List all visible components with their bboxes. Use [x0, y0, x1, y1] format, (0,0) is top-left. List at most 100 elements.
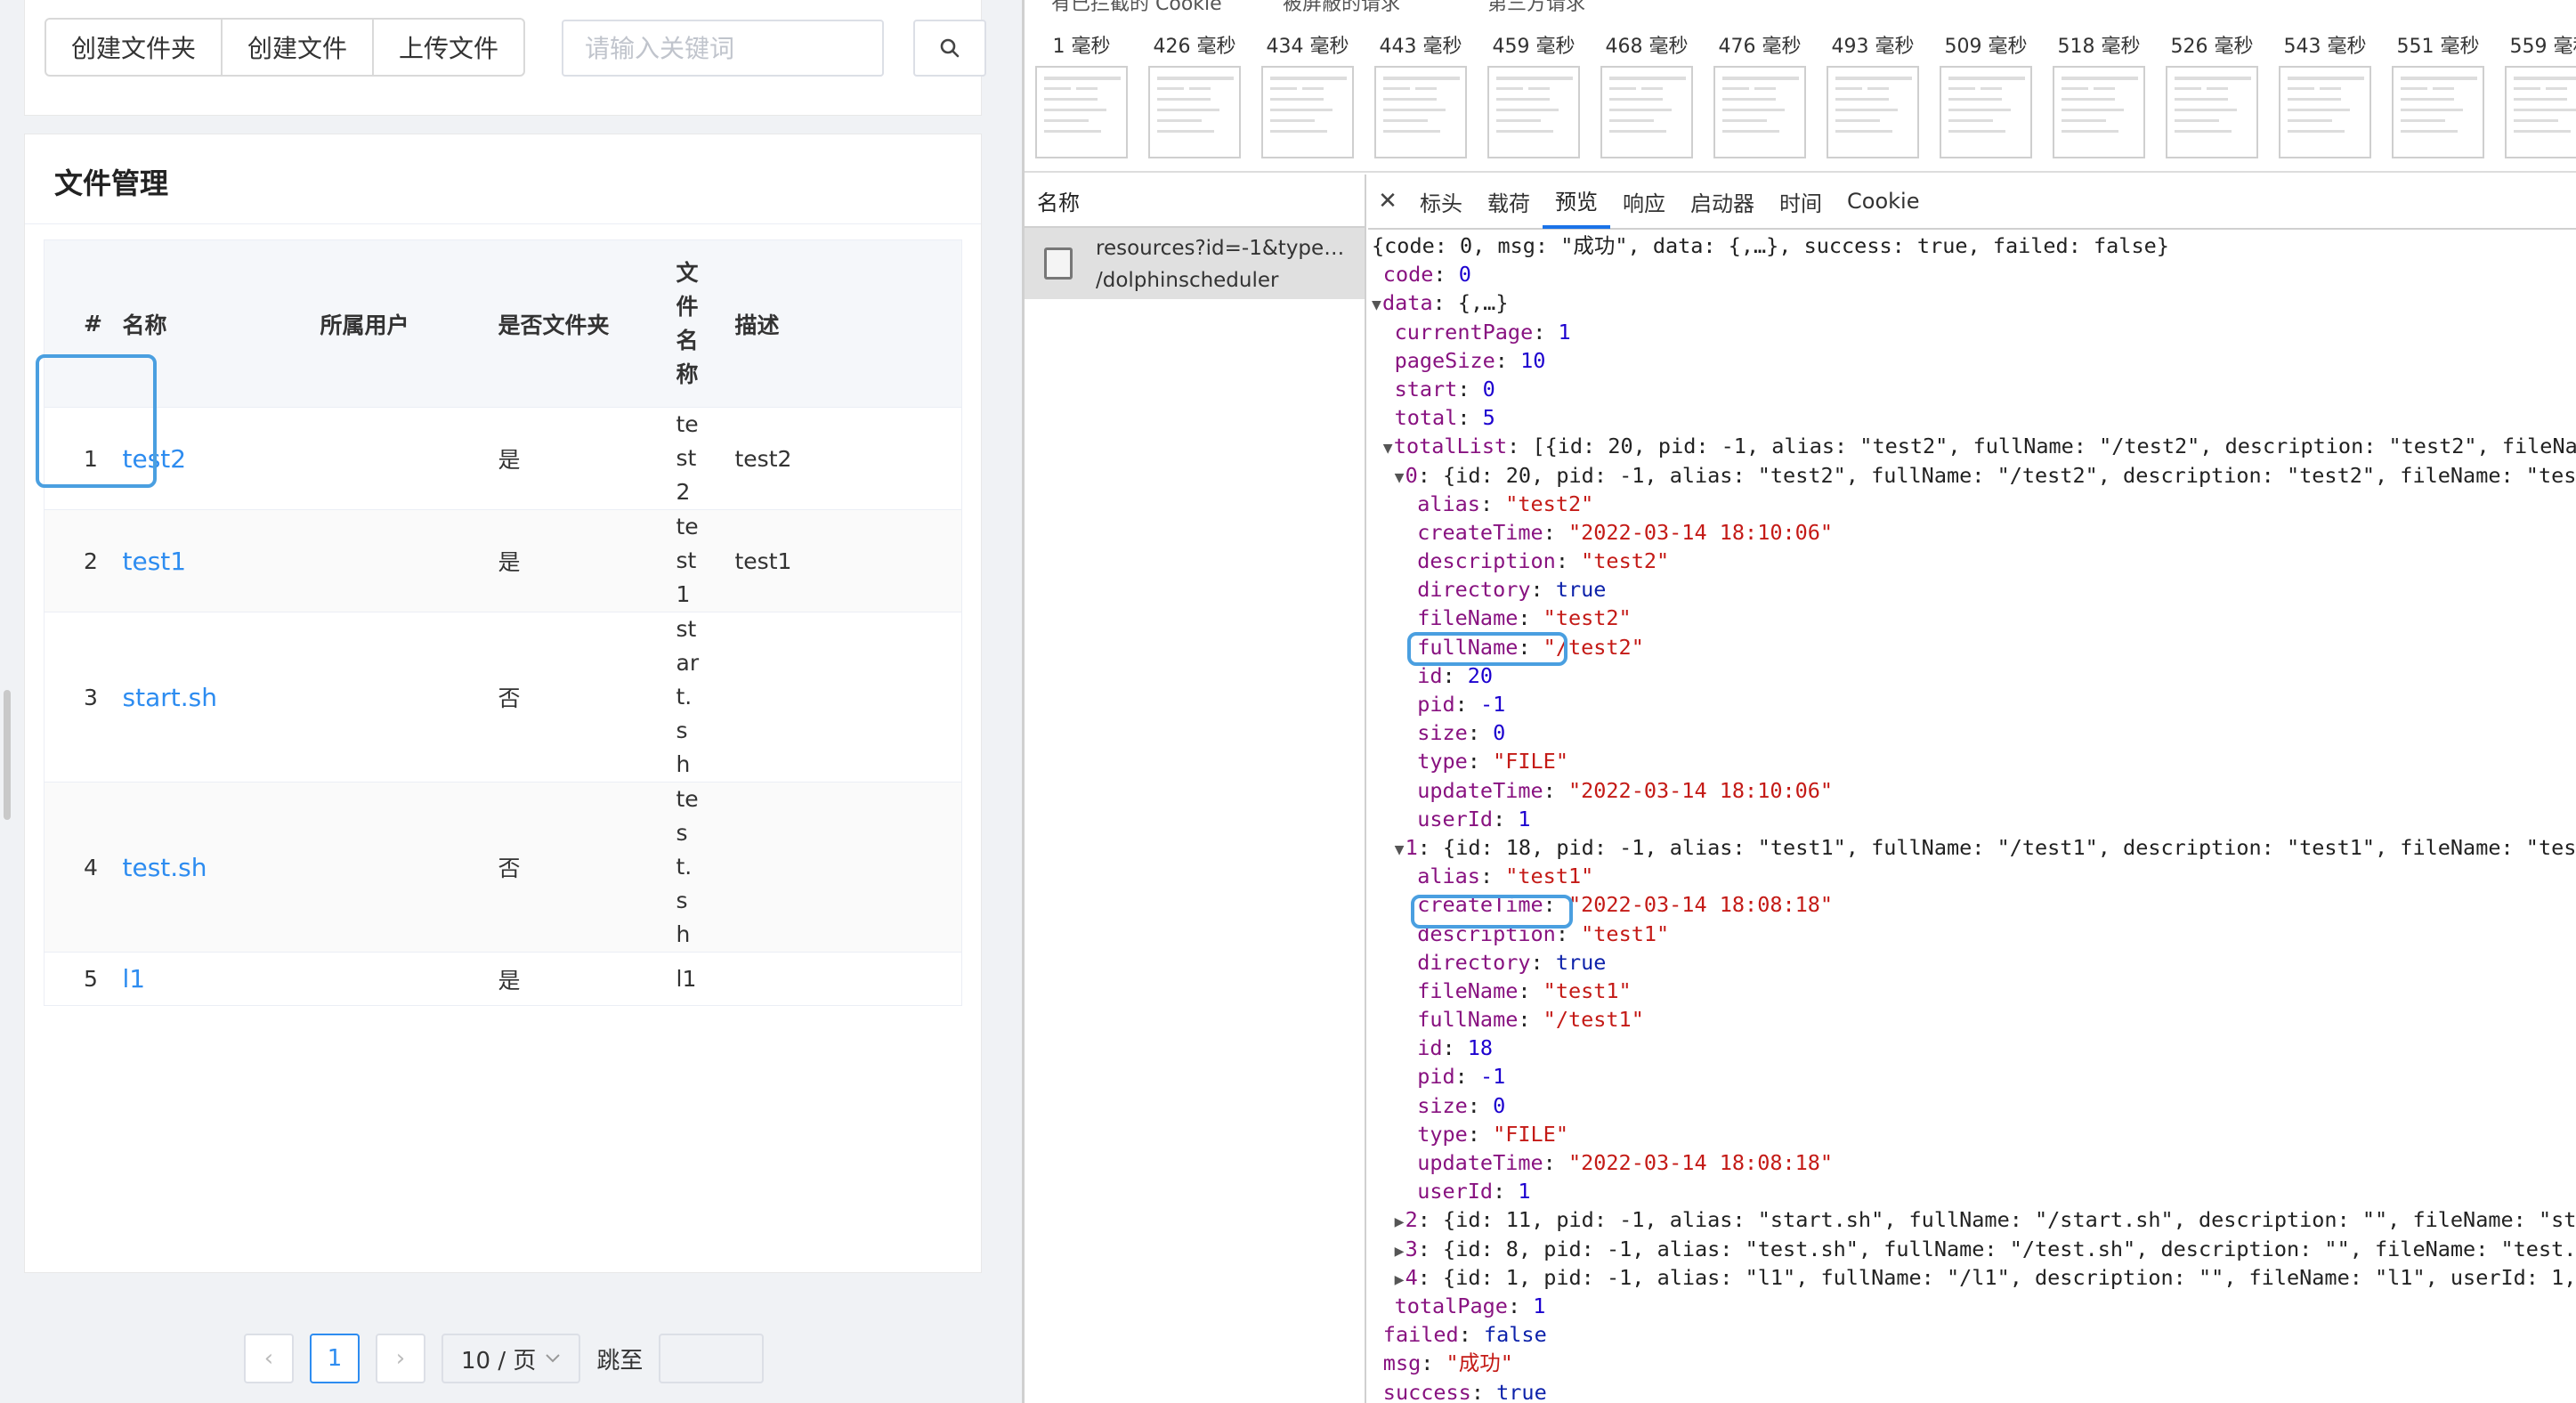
devtools-network-panel: 有已拦截的 Cookie 被屏蔽的请求 第三方请求 1 毫秒 426 毫秒 434 …	[1022, 0, 2576, 1403]
row-file-name: test.sh	[676, 786, 699, 947]
json-key: code	[1382, 262, 1434, 288]
detail-tab[interactable]: 时间	[1767, 174, 1835, 229]
json-line: alias: "test1"	[1417, 864, 1594, 889]
expanded-triangle-icon[interactable]: ▼	[1372, 291, 1382, 320]
filmstrip-frame[interactable]: 1 毫秒	[1026, 12, 1137, 158]
json-line: userId: 1	[1417, 1179, 1531, 1204]
json-line[interactable]: ▼totalList: [{id: 20, pid: -1, alias: "t…	[1368, 432, 2576, 460]
prev-page-button[interactable]: ‹	[244, 1334, 294, 1383]
filmstrip-frame[interactable]: 543 毫秒	[2270, 12, 2380, 158]
file-name-link[interactable]: test.sh	[123, 853, 207, 882]
frame-thumbnail	[2505, 66, 2576, 158]
frame-time-label: 559 毫秒	[2509, 36, 2576, 58]
json-line[interactable]: ▶4: {id: 1, pid: -1, alias: "l1", fullNa…	[1368, 1263, 2576, 1292]
filmstrip-frame[interactable]: 551 毫秒	[2383, 12, 2493, 158]
filmstrip-frame[interactable]: 509 毫秒	[1931, 12, 2041, 158]
filmstrip-frame[interactable]: 468 毫秒	[1592, 12, 1702, 158]
file-name-link[interactable]: start.sh	[123, 683, 217, 712]
page-size-select[interactable]: 10 / 页	[441, 1334, 581, 1383]
create-file-button[interactable]: 创建文件	[221, 18, 375, 77]
collapsed-triangle-icon[interactable]: ▶	[1395, 1266, 1405, 1294]
expanded-triangle-icon[interactable]: ▼	[1395, 836, 1405, 864]
scrollbar[interactable]	[4, 690, 11, 820]
create-folder-button[interactable]: 创建文件夹	[45, 18, 223, 77]
table-row: 5 l1 是 l1	[44, 952, 962, 1006]
detail-tab[interactable]: Cookie	[1835, 174, 1932, 229]
json-value: 0	[1482, 376, 1495, 401]
collapsed-triangle-icon[interactable]: ▶	[1395, 1237, 1405, 1266]
json-key: pageSize	[1394, 347, 1495, 373]
filmstrip-frame[interactable]: 526 毫秒	[2157, 12, 2267, 158]
json-key: userId	[1417, 806, 1494, 831]
json-value: 10	[1520, 347, 1546, 373]
filmstrip-frame[interactable]: 476 毫秒	[1705, 12, 1815, 158]
filmstrip-frame[interactable]: 434 毫秒	[1252, 12, 1363, 158]
close-icon[interactable]: ✕	[1368, 188, 1407, 215]
filter-checkbox-label[interactable]: 有已拦截的 Cookie	[1051, 0, 1222, 12]
file-name-link[interactable]: test1	[123, 547, 187, 576]
json-key: total	[1394, 405, 1458, 431]
page-number-button[interactable]: 1	[310, 1334, 360, 1383]
filmstrip-frame[interactable]: 459 毫秒	[1478, 12, 1589, 158]
row-index: 4	[84, 854, 98, 880]
detail-tab[interactable]: 标头	[1407, 174, 1475, 229]
json-line[interactable]: ▼0: {id: 20, pid: -1, alias: "test2", fu…	[1368, 461, 2576, 490]
expanded-triangle-icon[interactable]: ▼	[1395, 464, 1405, 492]
search-input[interactable]	[562, 20, 884, 77]
json-value: 0	[1493, 1092, 1506, 1118]
json-value: "test2"	[1543, 605, 1632, 631]
upload-file-button[interactable]: 上传文件	[372, 18, 526, 77]
request-list: 名称 resources?id=-1&type=FILE&searchVal=&…	[1025, 174, 1366, 1403]
json-key: totalList	[1393, 434, 1508, 459]
frame-thumbnail	[2279, 66, 2371, 158]
file-name-link[interactable]: l1	[123, 964, 146, 993]
request-name: resources?id=-1&type=FILE&searchVal=&pag…	[1096, 237, 1359, 260]
frame-thumbnail	[1827, 66, 1919, 158]
json-line: createTime: "2022-03-14 18:08:18"	[1417, 892, 1834, 918]
search-button[interactable]	[913, 20, 986, 77]
row-description: test2	[734, 445, 792, 472]
json-line: failed: false	[1382, 1322, 1547, 1348]
filter-checkbox-label[interactable]: 第三方请求	[1487, 0, 1585, 12]
json-key: 2	[1405, 1207, 1418, 1233]
filmstrip-frame[interactable]: 518 毫秒	[2044, 12, 2154, 158]
json-line: description: "test2"	[1417, 548, 1670, 574]
json-line[interactable]: ▼1: {id: 18, pid: -1, alias: "test1", fu…	[1368, 833, 2576, 862]
file-name-link[interactable]: test2	[123, 444, 187, 474]
detail-tab[interactable]: 启动器	[1678, 174, 1767, 229]
json-key: createTime	[1417, 892, 1543, 918]
jump-page-input[interactable]	[659, 1334, 765, 1383]
json-line: fileName: "test1"	[1417, 977, 1632, 1003]
json-line: start: 0	[1394, 376, 1495, 401]
next-page-button[interactable]: ›	[376, 1334, 425, 1383]
row-is-directory: 否	[498, 856, 521, 881]
json-line[interactable]: ▶3: {id: 8, pid: -1, alias: "test.sh", f…	[1368, 1235, 2576, 1263]
filmstrip-frame[interactable]: 493 毫秒	[1818, 12, 1928, 158]
row-file-name: test1	[676, 514, 699, 607]
row-is-directory: 是	[498, 967, 521, 993]
row-file-name: test2	[676, 411, 699, 505]
filmstrip-frame[interactable]: 559 毫秒	[2496, 12, 2576, 158]
json-value: 0	[1458, 262, 1471, 288]
filter-checkbox-label[interactable]: 被屏蔽的请求	[1283, 0, 1400, 12]
detail-tab[interactable]: 响应	[1610, 174, 1678, 229]
json-value: "test1"	[1581, 920, 1670, 946]
request-row[interactable]: resources?id=-1&type=FILE&searchVal=&pag…	[1025, 228, 1365, 299]
json-key: msg	[1382, 1350, 1422, 1376]
jump-label: 跳至	[596, 1347, 644, 1375]
collapsed-triangle-icon[interactable]: ▶	[1395, 1208, 1405, 1237]
row-index: 2	[84, 547, 98, 574]
json-line[interactable]: ▼data: {,…}	[1368, 288, 2576, 317]
json-line[interactable]: ▶2: {id: 11, pid: -1, alias: "start.sh",…	[1368, 1205, 2576, 1234]
detail-tab[interactable]: 预览	[1543, 174, 1610, 229]
filmstrip-frame[interactable]: 443 毫秒	[1365, 12, 1476, 158]
row-index: 3	[84, 684, 98, 710]
json-key: totalPage	[1394, 1293, 1508, 1318]
json-line: pid: -1	[1417, 1064, 1506, 1090]
file-management-card: 文件管理 # 名称 所属用户 是否文件夹 文件名称 描述 1 test2 是 test…	[24, 134, 982, 1383]
row-file-name: l1	[676, 965, 697, 992]
json-value: {id: 1, pid: -1, alias: "l1", fullName: …	[1443, 1264, 2576, 1290]
detail-tab[interactable]: 载荷	[1475, 174, 1543, 229]
filmstrip-frame[interactable]: 426 毫秒	[1139, 12, 1250, 158]
expanded-triangle-icon[interactable]: ▼	[1383, 434, 1394, 463]
